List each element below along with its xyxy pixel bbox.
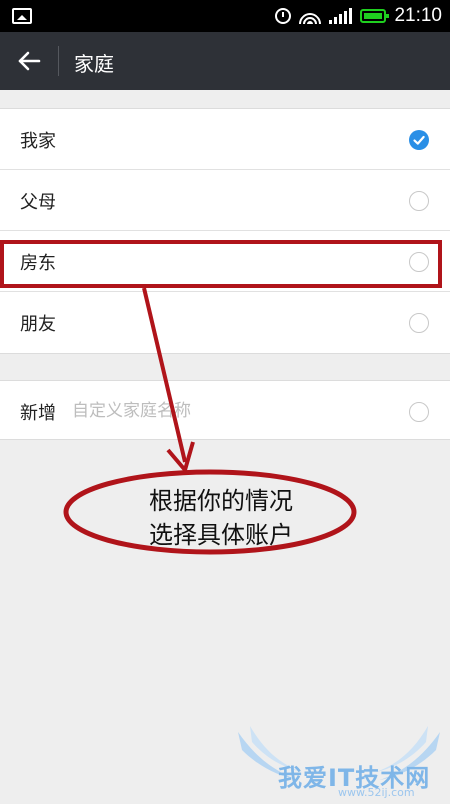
add-family-label: 新增 bbox=[20, 403, 56, 424]
gallery-notification-icon bbox=[12, 8, 32, 24]
custom-family-name-input[interactable] bbox=[70, 395, 384, 427]
list-item-fumu[interactable]: 父母 bbox=[0, 170, 450, 231]
status-icons: 21:10 bbox=[275, 0, 442, 32]
radio-icon[interactable] bbox=[409, 313, 429, 333]
app-header: 家庭 bbox=[0, 32, 450, 90]
alarm-icon bbox=[275, 8, 292, 24]
list-item-label: 父母 bbox=[20, 192, 56, 213]
status-bar: 21:10 bbox=[0, 0, 450, 32]
radio-icon[interactable] bbox=[409, 191, 429, 211]
back-button[interactable] bbox=[12, 44, 48, 78]
battery-icon bbox=[360, 9, 390, 23]
checkmark-icon bbox=[413, 135, 425, 145]
radio-icon[interactable] bbox=[409, 252, 429, 272]
annotation-line-2: 选择具体账户 bbox=[149, 521, 293, 549]
wings-logo-icon bbox=[238, 726, 440, 780]
back-arrow-icon bbox=[18, 51, 41, 71]
checked-radio-icon[interactable] bbox=[409, 130, 429, 150]
add-family-row: 新增 bbox=[0, 380, 450, 440]
status-time: 21:10 bbox=[394, 5, 442, 26]
signal-icon bbox=[329, 8, 353, 24]
page-title: 家庭 bbox=[74, 52, 114, 76]
list-item-fangdong[interactable]: 房东 bbox=[0, 231, 450, 292]
list-item-label: 我家 bbox=[20, 131, 56, 152]
wifi-icon bbox=[299, 8, 322, 24]
watermark: 我爱IT技术网 www.52ij.com bbox=[228, 720, 450, 800]
list-item-label: 房东 bbox=[20, 253, 56, 274]
annotation-text: 根据你的情况 选择具体账户 bbox=[96, 484, 346, 552]
list-item-wojia[interactable]: 我家 bbox=[0, 109, 450, 170]
watermark-text: 我爱IT技术网 bbox=[278, 764, 431, 792]
watermark-url: www.52ij.com bbox=[338, 786, 415, 799]
radio-icon[interactable] bbox=[409, 402, 429, 422]
header-divider bbox=[58, 46, 59, 76]
list-item-pengyou[interactable]: 朋友 bbox=[0, 292, 450, 353]
list-item-label: 朋友 bbox=[20, 314, 56, 335]
family-list: 我家 父母 房东 朋友 bbox=[0, 108, 450, 354]
annotation-line-1: 根据你的情况 bbox=[149, 487, 293, 515]
